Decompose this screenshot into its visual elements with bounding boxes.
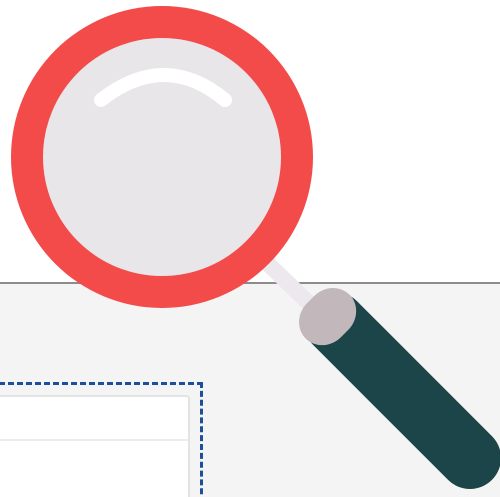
magnifying-glass-icon	[11, 6, 500, 489]
illustration-canvas	[0, 0, 500, 497]
magnifier-handle	[304, 292, 500, 489]
